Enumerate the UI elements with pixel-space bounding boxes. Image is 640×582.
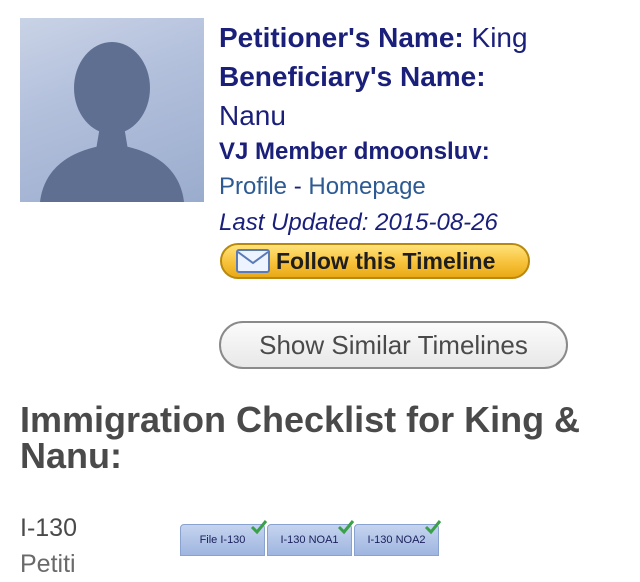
follow-timeline-button[interactable]: Follow this Timeline xyxy=(220,243,530,279)
step-file-i130[interactable]: File I-130 xyxy=(180,520,268,556)
step-label: File I-130 xyxy=(199,534,246,546)
checkmark-icon xyxy=(250,520,268,535)
profile-link[interactable]: Profile xyxy=(219,173,287,200)
checklist-row-label-cont: Petiti xyxy=(20,550,76,578)
checklist-title: Immigration Checklist for King & Nanu: xyxy=(20,399,581,476)
petitioner-label: Petitioner's Name: xyxy=(219,22,464,53)
step-label: I-130 NOA2 xyxy=(367,534,426,546)
checklist-steps: File I-130 I-130 NOA1 I-130 NOA2 xyxy=(180,520,442,556)
profile-avatar xyxy=(20,18,204,202)
follow-button-label: Follow this Timeline xyxy=(276,247,496,274)
beneficiary-name: Nanu xyxy=(219,100,286,131)
petitioner-row: Petitioner's Name: King xyxy=(219,18,629,57)
profile-links: Profile - Homepage xyxy=(219,169,629,205)
checklist-row-label: I-130 xyxy=(20,514,77,542)
petitioner-name: King xyxy=(471,22,528,53)
checkmark-icon xyxy=(424,520,442,535)
step-label: I-130 NOA1 xyxy=(280,534,339,546)
beneficiary-label: Beneficiary's Name: xyxy=(219,61,486,92)
step-i130-noa1[interactable]: I-130 NOA1 xyxy=(267,520,355,556)
profile-info: Petitioner's Name: King Beneficiary's Na… xyxy=(219,18,629,241)
member-line: VJ Member dmoonsluv: xyxy=(219,138,490,165)
show-similar-timelines-button[interactable]: Show Similar Timelines xyxy=(219,321,568,369)
step-i130-noa2[interactable]: I-130 NOA2 xyxy=(354,520,442,556)
checkmark-icon xyxy=(337,520,355,535)
last-updated: Last Updated: 2015-08-26 xyxy=(219,209,498,236)
link-separator: - xyxy=(287,173,309,200)
homepage-link[interactable]: Homepage xyxy=(308,173,425,200)
person-silhouette-icon xyxy=(40,42,184,202)
envelope-icon xyxy=(236,249,270,273)
